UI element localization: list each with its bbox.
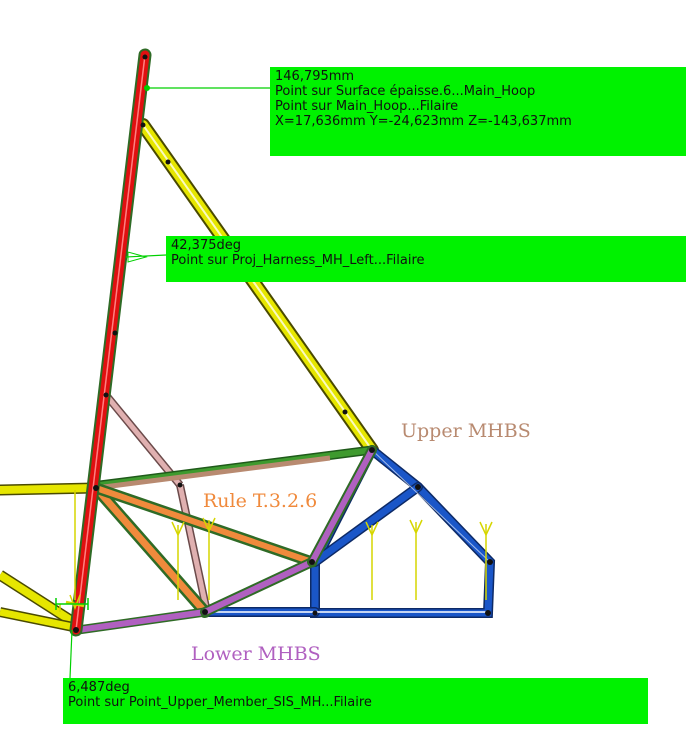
angle-upper-annotation: 42,375deg Point sur Proj_Harness_MH_Left…: [166, 236, 686, 282]
lower-mhbs-member: [73, 445, 377, 635]
upper-mhbs-member: [95, 455, 331, 491]
distance-annotation: 146,795mm Point sur Surface épaisse.6...…: [270, 67, 686, 156]
distance-point-2: Point sur Main_Hoop...Filaire: [275, 99, 459, 114]
angle-upper-value: 42,375deg: [171, 238, 241, 253]
upper-mhbs-label: Upper MHBS: [401, 420, 531, 442]
distance-coords: X=17,636mm Y=-24,623mm Z=-143,637mm: [275, 114, 572, 129]
main-hoop-brace: [136, 118, 379, 457]
angle-lower-point: Point sur Point_Upper_Member_SIS_MH...Fi…: [68, 695, 372, 710]
angle-upper-point: Point sur Proj_Harness_MH_Left...Filaire: [171, 253, 425, 268]
distance-point-1: Point sur Surface épaisse.6...Main_Hoop: [275, 84, 536, 99]
angle-lower-value: 6,487deg: [68, 680, 130, 695]
upper-member: [91, 445, 373, 491]
measurement-leaders: [55, 85, 270, 679]
distance-value: 146,795mm: [275, 69, 355, 84]
main-hoop: [69, 48, 152, 637]
rule-label: Rule T.3.2.6: [203, 490, 318, 512]
lower-mhbs-label: Lower MHBS: [191, 643, 321, 665]
angle-lower-annotation: 6,487deg Point sur Point_Upper_Member_SI…: [63, 678, 648, 724]
